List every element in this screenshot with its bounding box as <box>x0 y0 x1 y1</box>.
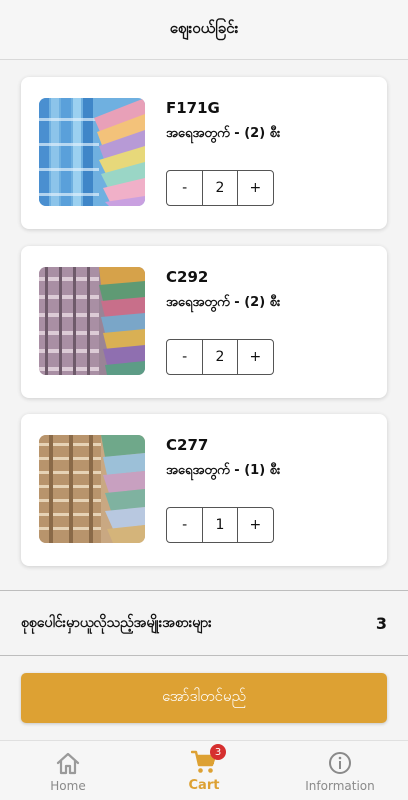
nav-label-cart: Cart <box>188 778 220 793</box>
cart-item-card: C277 အရေအတွက် - (1) စီး - 1 + <box>21 414 387 566</box>
product-image <box>39 435 145 543</box>
bottom-navigation: Home Cart Information 3 <box>0 740 408 800</box>
page-title: ဈေးဝယ်ခြင်း <box>169 18 239 37</box>
nav-label-home: Home <box>50 779 86 793</box>
nav-item-cart[interactable]: Cart <box>136 741 272 800</box>
quantity-value: 1 <box>202 508 238 542</box>
increment-button[interactable]: + <box>238 508 273 542</box>
product-code: C292 <box>166 268 209 286</box>
nav-label-information: Information <box>305 779 375 793</box>
product-image <box>39 267 145 375</box>
decrement-button[interactable]: - <box>167 171 202 205</box>
place-order-button[interactable]: အော်ဒါတင်မည် <box>21 673 387 723</box>
quantity-stepper: - 1 + <box>166 507 274 543</box>
total-count: 3 <box>375 613 387 633</box>
place-order-label: အော်ဒါတင်မည် <box>162 687 246 705</box>
cart-item-card: F171G အရေအတွက် - (2) စီး - 2 + <box>21 77 387 229</box>
nav-item-home[interactable]: Home <box>0 741 136 800</box>
decrement-button[interactable]: - <box>167 508 202 542</box>
product-code: F171G <box>166 99 220 117</box>
increment-button[interactable]: + <box>238 171 273 205</box>
increment-button[interactable]: + <box>238 340 273 374</box>
product-code: C277 <box>166 436 209 454</box>
cart-count-badge: 3 <box>210 744 226 760</box>
quantity-text: အရေအတွက် - (2) စီး <box>166 295 281 310</box>
fabric-thumbnail <box>39 435 145 543</box>
cart-item-card: C292 အရေအတွက် - (2) စီး - 2 + <box>21 246 387 398</box>
decrement-button[interactable]: - <box>167 340 202 374</box>
fabric-thumbnail <box>39 267 145 375</box>
app-header: ဈေးဝယ်ခြင်း <box>0 0 408 60</box>
quantity-stepper: - 2 + <box>166 339 274 375</box>
product-image <box>39 98 145 206</box>
quantity-value: 2 <box>202 340 238 374</box>
nav-item-information[interactable]: Information <box>272 741 408 800</box>
quantity-text: အရေအတွက် - (1) စီး <box>166 463 281 478</box>
quantity-stepper: - 2 + <box>166 170 274 206</box>
quantity-value: 2 <box>202 171 238 205</box>
info-icon <box>329 752 351 774</box>
fabric-thumbnail <box>39 98 145 206</box>
home-icon <box>56 752 80 775</box>
total-label: စုစုပေါင်းမှာယူလိုသည့်အမျိုးအစားများ <box>21 614 212 631</box>
total-summary-row: စုစုပေါင်းမှာယူလိုသည့်အမျိုးအစားများ 3 <box>0 590 408 656</box>
quantity-text: အရေအတွက် - (2) စီး <box>166 126 281 141</box>
